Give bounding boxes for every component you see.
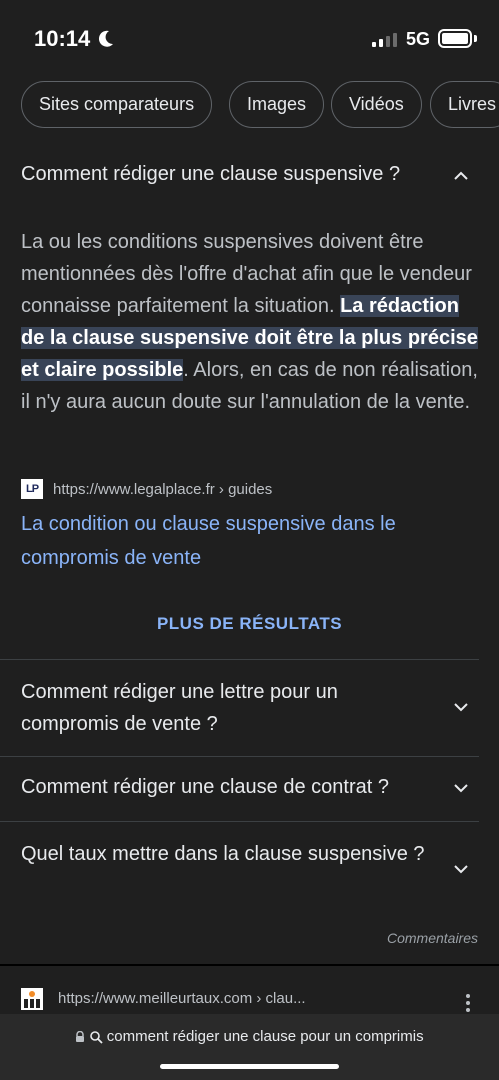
chip-livres[interactable]: Livres <box>430 81 499 128</box>
battery-icon <box>438 29 472 48</box>
status-bar: 10:14 5G <box>0 0 499 78</box>
network-type: 5G <box>406 29 431 49</box>
question-item[interactable]: Quel taux mettre dans la clause suspensi… <box>0 822 499 918</box>
result-url[interactable]: https://www.meilleurtaux.com › clau... <box>58 990 306 1007</box>
result-link-title[interactable]: La condition ou clause suspensive dans l… <box>21 507 461 575</box>
chip-sites-comparateurs[interactable]: Sites comparateurs <box>21 81 213 128</box>
chip-videos[interactable]: Vidéos <box>331 81 422 128</box>
question-text: Comment rédiger une clause de contrat ? <box>21 776 389 798</box>
address-bar-query: comment rédiger une clause pour un compr… <box>106 1028 424 1045</box>
chevron-down-icon[interactable] <box>452 779 470 797</box>
cellular-signal-icon <box>372 33 397 47</box>
status-time: 10:14 <box>34 26 91 51</box>
chevron-down-icon[interactable] <box>452 860 470 878</box>
home-indicator[interactable] <box>160 1064 339 1069</box>
question-text: Quel taux mettre dans la clause suspensi… <box>21 843 425 865</box>
moon-icon <box>98 30 113 47</box>
search-icon <box>89 1030 103 1044</box>
expanded-question-header[interactable]: Comment rédiger une clause suspensive ? <box>0 144 499 208</box>
meilleurtaux-logo-icon <box>21 988 43 1010</box>
legalplace-logo-icon: LP <box>21 479 43 499</box>
address-bar[interactable]: comment rédiger une clause pour un compr… <box>0 1014 499 1080</box>
chip-images[interactable]: Images <box>229 81 325 128</box>
more-results-button[interactable]: PLUS DE RÉSULTATS <box>0 614 499 634</box>
answer-snippet: La ou les conditions suspensives doivent… <box>21 226 481 418</box>
chevron-down-icon[interactable] <box>452 698 470 716</box>
related-questions-panel: Comment rédiger une clause suspensive ? … <box>0 144 499 920</box>
question-text: Comment rédiger une lettre pour un compr… <box>21 681 338 735</box>
battery-tip <box>474 35 477 42</box>
lock-icon <box>76 1031 85 1043</box>
more-options-icon[interactable] <box>466 994 472 1015</box>
filter-chips-bar: Sites comparateurs Images Vidéos Livres <box>0 78 499 144</box>
source-url: https://www.legalplace.fr › guides <box>53 480 273 498</box>
address-bar-content[interactable]: comment rédiger une clause pour un compr… <box>0 1028 499 1045</box>
source-line[interactable]: LP https://www.legalplace.fr › guides <box>21 479 272 499</box>
feedback-link[interactable]: Commentaires <box>387 930 478 946</box>
feedback-strip: Commentaires <box>0 920 499 964</box>
question-text: Comment rédiger une clause suspensive ? <box>21 163 401 185</box>
chevron-up-icon[interactable] <box>452 167 470 185</box>
question-item[interactable]: Comment rédiger une clause de contrat ? <box>0 757 499 821</box>
question-item[interactable]: Comment rédiger une lettre pour un compr… <box>0 660 499 756</box>
